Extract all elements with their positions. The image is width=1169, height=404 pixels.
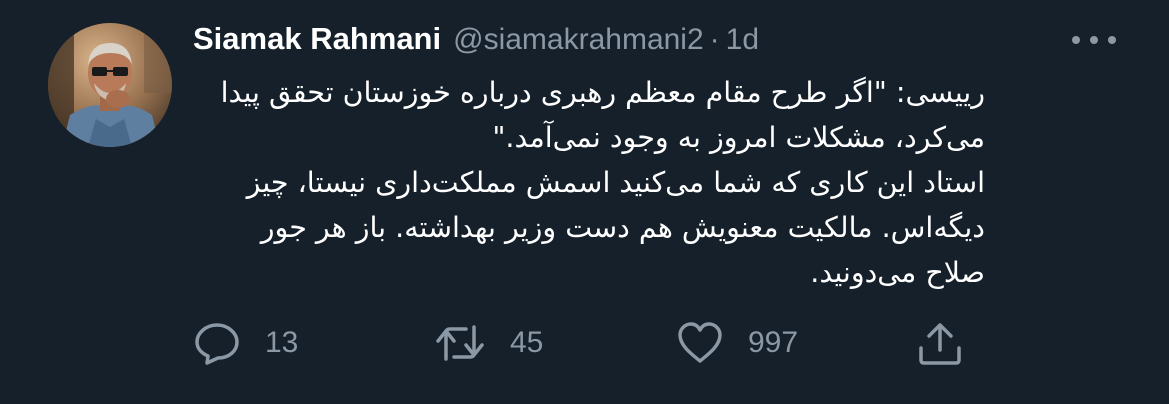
author-display-name[interactable]: Siamak Rahmani	[193, 21, 441, 57]
like-count: 997	[748, 326, 799, 359]
share-button[interactable]	[916, 318, 964, 368]
author-handle[interactable]: @siamakrahmani2	[453, 23, 704, 57]
tweet-action-bar: 13 45 997	[0, 318, 1169, 368]
tweet-header: Siamak Rahmani @siamakrahmani2 · 1d	[193, 21, 759, 61]
tweet-timestamp[interactable]: 1d	[726, 23, 759, 57]
more-horizontal-icon	[1072, 36, 1116, 44]
tweet-text-line: صلاح می‌دونید.	[810, 256, 985, 289]
retweet-count: 45	[510, 326, 544, 359]
like-button[interactable]: 997	[676, 318, 798, 368]
avatar[interactable]	[48, 23, 172, 147]
tweet-text-line: رییسی: "اگر طرح مقام معظم رهبری درباره خ…	[220, 76, 985, 109]
tweet-text-line: می‌کرد، مشکلات امروز به وجود نمی‌آمد."	[492, 121, 985, 154]
tweet-text-line: استاد این کاری که شما می‌کنید اسمش مملکت…	[246, 166, 985, 199]
speech-bubble-icon	[195, 323, 239, 365]
retweet-arrows-icon	[436, 325, 484, 361]
reply-count: 13	[265, 326, 299, 359]
tweet-card: Siamak Rahmani @siamakrahmani2 · 1d رییس…	[0, 0, 1169, 404]
more-options-button[interactable]	[1068, 28, 1120, 52]
separator-dot: ·	[709, 23, 720, 56]
avatar-photo	[48, 23, 172, 147]
share-upload-icon	[919, 323, 961, 365]
tweet-text-line: دیگه‌اس. مالکیت معنویش هم دست وزیر بهداش…	[260, 211, 985, 244]
heart-icon	[678, 322, 722, 363]
retweet-button[interactable]: 45	[434, 318, 543, 368]
tweet-text: رییسی: "اگر طرح مقام معظم رهبری درباره خ…	[193, 70, 985, 295]
reply-button[interactable]: 13	[193, 318, 298, 368]
